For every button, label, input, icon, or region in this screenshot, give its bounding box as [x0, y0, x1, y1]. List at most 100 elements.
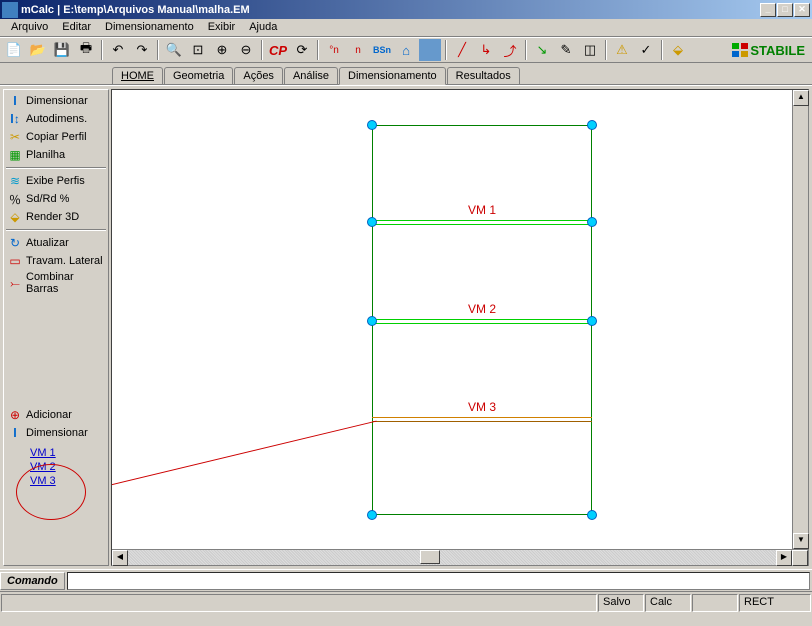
node[interactable] [367, 120, 377, 130]
open-icon[interactable]: 📂 [27, 39, 49, 61]
sidebar-dimensionar2[interactable]: 𝐈Dimensionar [6, 424, 106, 442]
new-icon[interactable]: 📄 [3, 39, 25, 61]
window-title: mCalc | E:\temp\Arquivos Manual\malha.EM [21, 4, 250, 16]
line2-icon[interactable]: ↳ [475, 39, 497, 61]
dimensionar2-icon: 𝐈 [7, 425, 23, 441]
sidebar-planilha[interactable]: ▦Planilha [6, 146, 106, 164]
node-n-button[interactable]: °n [323, 39, 345, 61]
menu-exibir[interactable]: Exibir [201, 20, 243, 35]
n-button[interactable]: n [347, 39, 369, 61]
sidebar-render3d[interactable]: ⬙Render 3D [6, 208, 106, 226]
beam-vm2[interactable] [372, 319, 592, 324]
travam-icon: ▭ [7, 253, 23, 269]
sidebar-combinar[interactable]: ⤚Combinar Barras [6, 270, 106, 296]
menu-arquivo[interactable]: Arquivo [4, 20, 55, 35]
tab-geometria[interactable]: Geometria [164, 67, 233, 84]
vertical-scrollbar[interactable]: ▲ ▼ [792, 90, 808, 549]
node[interactable] [367, 217, 377, 227]
axis-icon[interactable]: ↘ [531, 39, 553, 61]
menu-ajuda[interactable]: Ajuda [242, 20, 284, 35]
menu-editar[interactable]: Editar [55, 20, 98, 35]
warning-icon[interactable]: ⚠ [611, 39, 633, 61]
check-icon[interactable]: ✓ [635, 39, 657, 61]
tab-dimensionamento[interactable]: Dimensionamento [339, 67, 446, 85]
adicionar-icon: ⊕ [7, 407, 23, 423]
print-icon[interactable]: 🖶 [75, 39, 97, 61]
label-vm2: VM 2 [468, 302, 496, 316]
line3-icon[interactable]: ⤴ [499, 39, 521, 61]
command-bar: Comando [0, 569, 812, 591]
sidebar-autodimens[interactable]: 𝐈↕Autodimens. [6, 110, 106, 128]
line1-icon[interactable]: ╱ [451, 39, 473, 61]
undo-icon[interactable]: ↶ [107, 39, 129, 61]
annotation-line [112, 421, 377, 493]
maximize-button[interactable]: □ [777, 3, 793, 17]
refresh-icon[interactable]: ⟳ [291, 39, 313, 61]
sidebar-adicionar[interactable]: ⊕Adicionar [6, 406, 106, 424]
scroll-left-icon[interactable]: ◀ [112, 550, 128, 566]
sidebar-sdrd[interactable]: ％Sd/Rd % [6, 190, 106, 208]
pencil-icon[interactable]: ✎ [555, 39, 577, 61]
zoom-window-icon[interactable]: ⊡ [187, 39, 209, 61]
tab-home[interactable]: HOME [112, 67, 163, 84]
close-button[interactable]: ✕ [794, 3, 810, 17]
link-vm1[interactable]: VM 1 [6, 446, 106, 460]
sidebar-copiar-perfil[interactable]: ✂Copiar Perfil [6, 128, 106, 146]
tab-acoes[interactable]: Ações [234, 67, 283, 84]
scroll-down-icon[interactable]: ▼ [793, 533, 809, 549]
fill-icon[interactable] [419, 39, 441, 61]
beam-vm3[interactable] [372, 417, 592, 422]
sidebar-travam[interactable]: ▭Travam. Lateral [6, 252, 106, 270]
atualizar-icon: ↻ [7, 235, 23, 251]
link-vm2[interactable]: VM 2 [6, 460, 106, 474]
scroll-corner [792, 550, 808, 566]
command-input[interactable] [67, 572, 810, 590]
tab-resultados[interactable]: Resultados [447, 67, 520, 84]
app-icon [2, 2, 18, 18]
beam-vm1[interactable] [372, 220, 592, 225]
scroll-thumb[interactable] [420, 550, 440, 564]
status-rect: RECT [739, 594, 811, 612]
cp-button[interactable]: CP [267, 39, 289, 61]
perfis-icon: ≋ [7, 173, 23, 189]
zoom-out-icon[interactable]: ⊖ [235, 39, 257, 61]
status-message [1, 594, 597, 612]
combinar-icon: ⤚ [7, 275, 23, 291]
label-vm3: VM 3 [468, 400, 496, 414]
save-icon[interactable]: 💾 [51, 39, 73, 61]
eraser-icon[interactable]: ◫ [579, 39, 601, 61]
brand-logo: STABILE [728, 43, 809, 58]
status-blank [692, 594, 738, 612]
node[interactable] [587, 120, 597, 130]
sidebar: 𝐈Dimensionar 𝐈↕Autodimens. ✂Copiar Perfi… [3, 89, 109, 566]
bsn-button[interactable]: BSn [371, 39, 393, 61]
redo-icon[interactable]: ↷ [131, 39, 153, 61]
sidebar-dimensionar[interactable]: 𝐈Dimensionar [6, 92, 106, 110]
planilha-icon: ▦ [7, 147, 23, 163]
copiar-icon: ✂ [7, 129, 23, 145]
horizontal-scrollbar[interactable]: ◀ ▶ [112, 549, 808, 565]
render3d-icon: ⬙ [7, 209, 23, 225]
link-vm3[interactable]: VM 3 [6, 474, 106, 488]
minimize-button[interactable]: _ [760, 3, 776, 17]
node[interactable] [587, 217, 597, 227]
zoom-in-icon[interactable]: ⊕ [211, 39, 233, 61]
node[interactable] [587, 510, 597, 520]
node[interactable] [367, 510, 377, 520]
render-icon[interactable]: ⬙ [667, 39, 689, 61]
drawing-canvas[interactable]: VM 1 VM 2 VM 3 [112, 90, 808, 549]
menu-dimensionamento[interactable]: Dimensionamento [98, 20, 201, 35]
node[interactable] [587, 316, 597, 326]
menu-bar: Arquivo Editar Dimensionamento Exibir Aj… [0, 19, 812, 37]
scroll-up-icon[interactable]: ▲ [793, 90, 809, 106]
sidebar-exibe-perfis[interactable]: ≋Exibe Perfis [6, 172, 106, 190]
node[interactable] [367, 316, 377, 326]
window-titlebar: mCalc | E:\temp\Arquivos Manual\malha.EM… [0, 0, 812, 19]
status-salvo: Salvo [598, 594, 644, 612]
sidebar-atualizar[interactable]: ↻Atualizar [6, 234, 106, 252]
sdrd-icon: ％ [7, 191, 23, 207]
zoom-extents-icon[interactable]: 🔍 [163, 39, 185, 61]
house-icon[interactable]: ⌂ [395, 39, 417, 61]
tab-analise[interactable]: Análise [284, 67, 338, 84]
scroll-right-icon[interactable]: ▶ [776, 550, 792, 566]
